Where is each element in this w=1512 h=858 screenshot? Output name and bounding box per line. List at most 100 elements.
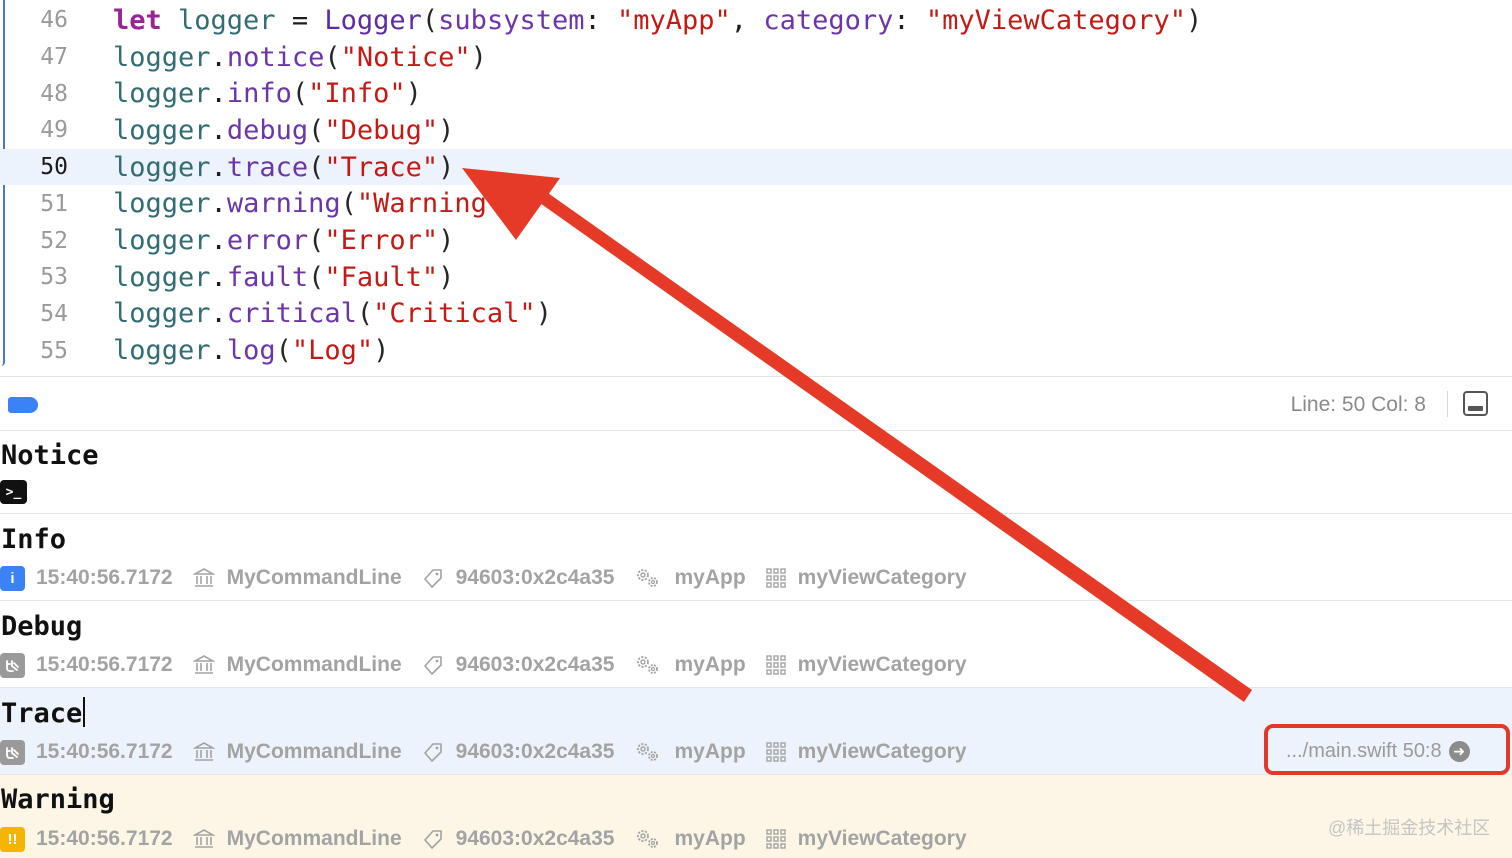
header-divider — [1447, 391, 1448, 417]
code-token: ( — [275, 335, 292, 367]
log-thread: 94603:0x2c4a35 — [422, 653, 614, 677]
code-token: ( — [340, 188, 357, 220]
code-token: . — [210, 335, 227, 367]
line-number: 52 — [40, 227, 68, 254]
code-token: logger — [178, 4, 276, 36]
code-line[interactable]: 47 logger.notice("Notice") — [0, 39, 1512, 76]
code-token: Logger — [324, 4, 422, 36]
code-line[interactable]: 53 logger.fault("Fault") — [0, 259, 1512, 296]
warning-icon: !! — [0, 826, 25, 852]
code-token: . — [210, 188, 227, 220]
code-text: logger.notice("Notice") — [113, 42, 487, 73]
code-editor[interactable]: 46 let logger = Logger(subsystem: "myApp"… — [0, 0, 1512, 376]
code-line[interactable]: 54 logger.critical("Critical") — [0, 296, 1512, 333]
code-token: "Trace" — [324, 151, 439, 183]
info-icon: i — [0, 565, 25, 591]
cursor-position-label: Line: 50 Col: 8 — [1290, 393, 1426, 416]
process-icon — [192, 828, 221, 850]
log-entry-warning[interactable]: Warning !! 15:40:56.7172 MyCommandLine 9… — [0, 775, 1512, 858]
line-number: 53 — [40, 264, 68, 291]
code-token: : — [584, 4, 617, 36]
log-process: MyCommandLine — [192, 653, 402, 677]
log-entry-notice[interactable]: Notice >_ — [0, 431, 1512, 514]
log-thread: 94603:0x2c4a35 — [422, 566, 614, 590]
code-token: logger — [113, 151, 211, 183]
code-token: . — [210, 225, 227, 257]
log-category: myViewCategory — [765, 566, 967, 590]
log-thread: 94603:0x2c4a35 — [422, 827, 614, 851]
code-token: logger — [113, 335, 211, 367]
code-token: category — [763, 4, 894, 36]
grid-icon — [765, 829, 792, 849]
code-token: debug — [226, 114, 309, 146]
log-subsystem: myApp — [634, 566, 746, 590]
filter-indicator[interactable] — [8, 397, 38, 413]
log-entry-debug[interactable]: Debug 15:40:56.7172 MyCommandLine 94603:… — [0, 601, 1512, 688]
log-thread: 94603:0x2c4a35 — [422, 740, 614, 764]
log-subsystem: myApp — [634, 740, 746, 764]
code-token: "myViewCategory" — [925, 4, 1186, 36]
tag-icon — [422, 741, 450, 763]
code-text: logger.error("Error") — [113, 225, 454, 256]
code-token: ( — [308, 225, 325, 257]
code-token: : — [893, 4, 926, 36]
code-line[interactable]: 52 logger.error("Error") — [0, 222, 1512, 259]
code-token: "Critical" — [373, 298, 536, 330]
code-token: logger — [113, 298, 211, 330]
grid-icon — [765, 655, 792, 675]
log-time: 15:40:56.7172 — [36, 740, 173, 763]
code-line[interactable]: 49 logger.debug("Debug") — [0, 112, 1512, 149]
code-token: "Info" — [308, 78, 406, 110]
code-token: ) — [373, 335, 390, 367]
log-time: 15:40:56.7172 — [36, 653, 173, 676]
code-token: ) — [438, 225, 455, 257]
log-entry-info[interactable]: Info i 15:40:56.7172 MyCommandLine 94603… — [0, 514, 1512, 601]
code-token: ( — [291, 78, 309, 110]
code-token: logger — [113, 261, 211, 293]
gears-icon — [634, 828, 668, 850]
line-number: 46 — [40, 7, 68, 34]
log-process: MyCommandLine — [192, 740, 402, 764]
code-token: fault — [226, 261, 309, 293]
annotation-highlight-box — [1264, 724, 1510, 775]
code-token: ) — [1185, 4, 1203, 36]
text-cursor — [83, 697, 86, 727]
code-token: subsystem — [438, 4, 585, 36]
code-token: . — [210, 41, 227, 73]
code-token: . — [210, 151, 227, 183]
code-token: ) — [438, 261, 455, 293]
panel-toggle-icon[interactable] — [1463, 391, 1488, 416]
code-token: logger — [113, 225, 211, 257]
log-message: Info — [1, 524, 67, 555]
log-message: Warning — [1, 784, 115, 815]
code-token: warning — [226, 188, 341, 220]
code-token: log — [226, 335, 276, 367]
code-token: error — [226, 225, 309, 257]
line-number: 54 — [40, 300, 68, 327]
code-line[interactable]: 48 logger.info("Info") — [0, 75, 1512, 112]
code-token: "Error" — [324, 225, 439, 257]
code-token: ) — [438, 114, 455, 146]
code-token: ) — [405, 78, 422, 110]
code-line[interactable]: 55 logger.log("Log") — [0, 332, 1512, 369]
code-token: critical — [226, 298, 357, 330]
code-text: logger.fault("Fault") — [113, 262, 454, 293]
code-token: . — [210, 78, 227, 110]
code-token: . — [210, 261, 227, 293]
code-token: ( — [324, 41, 341, 73]
log-process: MyCommandLine — [192, 827, 402, 851]
process-icon — [192, 567, 221, 589]
code-token: ( — [356, 298, 374, 330]
code-token: "Debug" — [324, 114, 439, 146]
log-category: myViewCategory — [765, 740, 967, 764]
log-process: MyCommandLine — [192, 566, 402, 590]
code-token: logger — [113, 78, 211, 110]
line-number: 51 — [40, 190, 68, 217]
code-line[interactable]: 51 logger.warning("Warning") — [0, 186, 1512, 223]
code-text: logger.debug("Debug") — [113, 115, 454, 146]
code-token: ) — [438, 151, 455, 183]
code-line[interactable]: 46 let logger = Logger(subsystem: "myApp"… — [0, 2, 1512, 39]
code-line[interactable]: 50 logger.trace("Trace") — [0, 148, 1512, 186]
log-category: myViewCategory — [765, 653, 967, 677]
code-text: logger.warning("Warning") — [113, 188, 519, 219]
